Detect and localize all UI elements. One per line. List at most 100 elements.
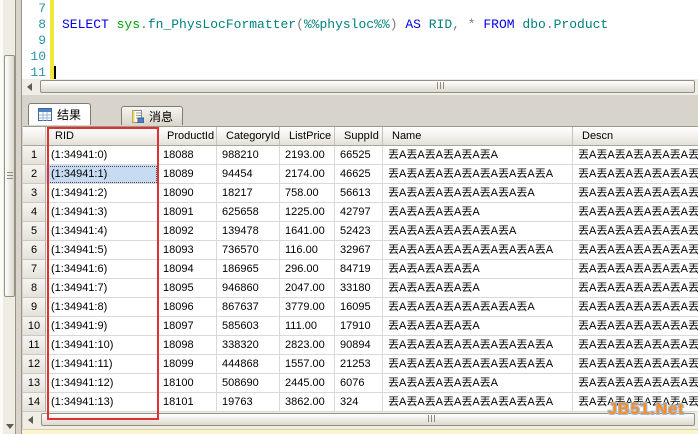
grid-cell-listprice[interactable]: 3779.00: [280, 298, 335, 317]
grid-cell-name[interactable]: 丟A丟A丟A丟A丟A: [383, 260, 573, 279]
grid-cell-categoryid[interactable]: 508690: [217, 374, 280, 393]
row-header[interactable]: 8: [23, 279, 46, 298]
grid-cell-suppid[interactable]: 90894: [335, 336, 383, 355]
grid-cell-productid[interactable]: 18095: [158, 279, 217, 298]
grid-cell-productid[interactable]: 18098: [158, 336, 217, 355]
grid-cell-rid[interactable]: (1:34941:4): [46, 222, 158, 241]
grid-cell-rid[interactable]: (1:34941:5): [46, 241, 158, 260]
grid-cell-productid[interactable]: 18099: [158, 355, 217, 374]
grid-cell-name[interactable]: 丟A丟A丟A丟A丟A丟A丟A: [383, 222, 573, 241]
grid-cell-name[interactable]: 丟A丟A丟A丟A丟A丟A丟A丟A丟A: [383, 355, 573, 374]
grid-cell-descn[interactable]: 丟A丟A丟A丟A丟A丟A丟A丟A丟A丟A: [573, 374, 698, 393]
grid-cell-categoryid[interactable]: 139478: [217, 222, 280, 241]
grid-cell-categoryid[interactable]: 946860: [217, 279, 280, 298]
row-header[interactable]: 9: [23, 298, 46, 317]
editor-horizontal-scrollbar[interactable]: [22, 79, 698, 95]
grid-cell-suppid[interactable]: 21253: [335, 355, 383, 374]
grid-cell-name[interactable]: 丟A丟A丟A丟A丟A: [383, 279, 573, 298]
grid-cell-name[interactable]: 丟A丟A丟A丟A丟A: [383, 317, 573, 336]
column-header-rid[interactable]: RID: [46, 127, 158, 146]
grid-cell-rid[interactable]: (1:34941:6): [46, 260, 158, 279]
grid-cell-descn[interactable]: 丟A丟A丟A丟A丟A丟A丟A丟A丟A丟A: [573, 184, 698, 203]
row-header[interactable]: 12: [23, 355, 46, 374]
grid-cell-descn[interactable]: 丟A丟A丟A丟A丟A丟A丟A丟A丟A丟A: [573, 260, 698, 279]
grid-cell-rid[interactable]: (1:34941:1): [46, 165, 158, 184]
grid-cell-name[interactable]: 丟A丟A丟A丟A丟A丟A丟A丟A丟A: [383, 241, 573, 260]
grid-cell-rid[interactable]: (1:34941:0): [46, 146, 158, 165]
grid-cell-name[interactable]: 丟A丟A丟A丟A丟A丟A丟A丟A: [383, 184, 573, 203]
grid-cell-rid[interactable]: (1:34941:8): [46, 298, 158, 317]
grid-cell-categoryid[interactable]: 625658: [217, 203, 280, 222]
grid-cell-listprice[interactable]: 2047.00: [280, 279, 335, 298]
grid-cell-productid[interactable]: 18100: [158, 374, 217, 393]
row-header[interactable]: 13: [23, 374, 46, 393]
grid-corner-cell[interactable]: [23, 127, 46, 146]
grid-cell-categoryid[interactable]: 444868: [217, 355, 280, 374]
grid-cell-categoryid[interactable]: 18217: [217, 184, 280, 203]
grid-cell-suppid[interactable]: 52423: [335, 222, 383, 241]
row-header[interactable]: 4: [23, 203, 46, 222]
grid-cell-suppid[interactable]: 324: [335, 393, 383, 412]
column-header-categoryid[interactable]: CategoryId: [217, 127, 280, 146]
grid-cell-suppid[interactable]: 6076: [335, 374, 383, 393]
grid-cell-name[interactable]: 丟A丟A丟A丟A丟A丟A: [383, 374, 573, 393]
grid-cell-productid[interactable]: 18097: [158, 317, 217, 336]
grid-cell-descn[interactable]: 丟A丟A丟A丟A丟A丟A丟A丟A丟A丟A: [573, 298, 698, 317]
grid-cell-listprice[interactable]: 758.00: [280, 184, 335, 203]
grid-cell-listprice[interactable]: 1557.00: [280, 355, 335, 374]
grid-cell-descn[interactable]: 丟A丟A丟A丟A丟A丟A丟A丟A丟A丟A: [573, 146, 698, 165]
tab-results[interactable]: 结果: [28, 103, 92, 125]
grid-cell-suppid[interactable]: 33180: [335, 279, 383, 298]
grid-cell-productid[interactable]: 18088: [158, 146, 217, 165]
row-header[interactable]: 5: [23, 222, 46, 241]
grid-cell-name[interactable]: 丟A丟A丟A丟A丟A丟A丟A丟A丟A: [383, 165, 573, 184]
grid-cell-descn[interactable]: 丟A丟A丟A丟A丟A丟A丟A丟A丟A丟A: [573, 222, 698, 241]
grid-cell-name[interactable]: 丟A丟A丟A丟A丟A丟A丟A丟A丟A: [383, 393, 573, 412]
horizontal-scrollbar-thumb[interactable]: [40, 80, 695, 93]
grid-cell-suppid[interactable]: 42797: [335, 203, 383, 222]
grid-cell-rid[interactable]: (1:34941:2): [46, 184, 158, 203]
grid-cell-descn[interactable]: 丟A丟A丟A丟A丟A丟A丟A丟A丟A丟A: [573, 241, 698, 260]
column-header-descn[interactable]: Descn: [573, 127, 698, 146]
grid-cell-categoryid[interactable]: 988210: [217, 146, 280, 165]
grid-cell-rid[interactable]: (1:34941:7): [46, 279, 158, 298]
grid-cell-listprice[interactable]: 296.00: [280, 260, 335, 279]
grid-cell-productid[interactable]: 18093: [158, 241, 217, 260]
grid-cell-name[interactable]: 丟A丟A丟A丟A丟A丟A丟A丟A丟A: [383, 336, 573, 355]
grid-cell-listprice[interactable]: 111.00: [280, 317, 335, 336]
grid-cell-listprice[interactable]: 2823.00: [280, 336, 335, 355]
grid-cell-listprice[interactable]: 2193.00: [280, 146, 335, 165]
row-header[interactable]: 3: [23, 184, 46, 203]
grid-cell-descn[interactable]: 丟A丟A丟A丟A丟A丟A丟A丟A丟A丟A: [573, 203, 698, 222]
grid-cell-productid[interactable]: 18090: [158, 184, 217, 203]
grid-cell-name[interactable]: 丟A丟A丟A丟A丟A丟A丟A丟A: [383, 298, 573, 317]
grid-cell-categoryid[interactable]: 186965: [217, 260, 280, 279]
grid-cell-descn[interactable]: 丟A丟A丟A丟A丟A丟A丟A丟A丟A丟A: [573, 336, 698, 355]
column-header-listprice[interactable]: ListPrice: [280, 127, 335, 146]
column-header-productid[interactable]: ProductId: [158, 127, 217, 146]
grid-cell-suppid[interactable]: 56613: [335, 184, 383, 203]
grid-cell-categoryid[interactable]: 19763: [217, 393, 280, 412]
grid-cell-categoryid[interactable]: 338320: [217, 336, 280, 355]
grid-cell-productid[interactable]: 18089: [158, 165, 217, 184]
grid-cell-rid[interactable]: (1:34941:3): [46, 203, 158, 222]
grid-cell-categoryid[interactable]: 867637: [217, 298, 280, 317]
row-header[interactable]: 1: [23, 146, 46, 165]
row-header[interactable]: 7: [23, 260, 46, 279]
grid-cell-categoryid[interactable]: 94454: [217, 165, 280, 184]
grid-cell-suppid[interactable]: 16095: [335, 298, 383, 317]
grid-cell-descn[interactable]: 丟A丟A丟A丟A丟A丟A丟A丟A丟A丟A: [573, 279, 698, 298]
row-header[interactable]: 11: [23, 336, 46, 355]
grid-cell-descn[interactable]: 丟A丟A丟A丟A丟A丟A丟A丟A丟A丟A: [573, 165, 698, 184]
grid-cell-listprice[interactable]: 116.00: [280, 241, 335, 260]
grid-cell-productid[interactable]: 18092: [158, 222, 217, 241]
tab-messages[interactable]: 消息: [121, 106, 184, 125]
row-header[interactable]: 2: [23, 165, 46, 184]
grid-cell-listprice[interactable]: 2445.00: [280, 374, 335, 393]
column-header-suppid[interactable]: SuppId: [335, 127, 383, 146]
grid-cell-suppid[interactable]: 46625: [335, 165, 383, 184]
scroll-down-button[interactable]: [4, 421, 15, 432]
row-header[interactable]: 14: [23, 393, 46, 412]
grid-cell-rid[interactable]: (1:34941:12): [46, 374, 158, 393]
grid-cell-suppid[interactable]: 17910: [335, 317, 383, 336]
